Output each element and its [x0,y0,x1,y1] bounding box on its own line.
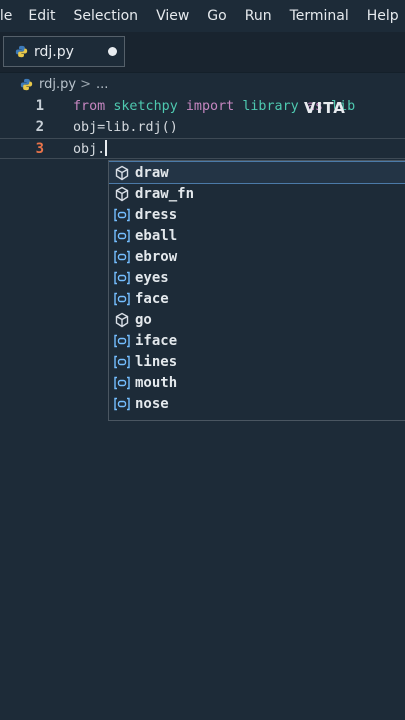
watermark-text: VITA [304,99,346,117]
line-number: 2 [35,119,44,135]
suggestion-item[interactable]: lines [109,351,405,372]
suggestion-label: eyes [135,269,169,286]
menu-file[interactable]: ile [0,8,12,24]
code-text: obj=lib.rdj() [73,120,178,135]
suggestion-item[interactable]: eball [109,225,405,246]
suggestion-item[interactable]: draw_fn [109,183,405,204]
autocomplete-suggestions: draw draw_fndress eball ebrow eyes face go ifac… [108,160,405,421]
line-number: 1 [35,98,44,114]
editor-tab-rdj[interactable]: rdj.py [3,36,125,67]
suggestion-label: draw [135,164,169,181]
variable-icon [113,291,131,307]
breadcrumb-symbols[interactable]: ... [96,77,108,92]
suggestion-item[interactable]: iface [109,330,405,351]
method-cube-icon [113,312,131,328]
suggestion-label: eball [135,227,178,244]
method-cube-icon [113,165,131,181]
suggestion-item[interactable]: mouth [109,372,405,393]
suggestion-label: dress [135,206,178,223]
suggestion-label: iface [135,332,178,349]
menu-edit[interactable]: Edit [28,8,55,24]
breadcrumb-file[interactable]: rdj.py [39,77,76,92]
variable-icon [113,333,131,349]
python-file-icon [20,78,33,90]
menu-terminal[interactable]: Terminal [290,8,349,24]
tab-label: rdj.py [34,43,74,60]
suggestion-item[interactable]: face [109,288,405,309]
suggestion-item[interactable]: dress [109,204,405,225]
suggestion-item[interactable]: draw [109,161,405,184]
suggestion-label: ebrow [135,248,178,265]
variable-icon [113,228,131,244]
suggestion-label: lines [135,353,178,370]
text-cursor [105,140,107,156]
unsaved-dot-icon[interactable] [108,47,117,56]
menu-help[interactable]: Help [367,8,399,24]
variable-icon [113,207,131,223]
method-cube-icon [113,186,131,202]
suggestion-label: draw_fn [135,185,195,202]
menu-view[interactable]: View [156,8,189,24]
suggestion-item[interactable]: nose [109,393,405,414]
suggestion-item[interactable]: eyes [109,267,405,288]
line-number: 3 [35,141,44,157]
variable-icon [113,270,131,286]
variable-icon [113,375,131,391]
menu-selection[interactable]: Selection [74,8,139,24]
suggestion-item[interactable]: ebrow [109,246,405,267]
variable-icon [113,396,131,412]
tab-bar: rdj.py [0,32,405,73]
suggestion-label: nose [135,395,169,412]
code-line: 2 obj=lib.rdj() [0,117,405,138]
python-file-icon [15,45,28,58]
variable-icon [113,249,131,265]
menu-bar: ile Edit Selection View Go Run Terminal … [0,0,405,32]
code-text: obj. [73,140,107,157]
current-code-line: 3 obj. [0,138,405,159]
suggestion-item[interactable]: go [109,309,405,330]
menu-go[interactable]: Go [207,8,226,24]
menu-run[interactable]: Run [245,8,272,24]
suggestion-label: mouth [135,374,178,391]
breadcrumb: rdj.py > ... [0,73,405,95]
breadcrumb-separator: > [80,76,91,92]
suggestion-label: face [135,290,169,307]
variable-icon [113,354,131,370]
suggestion-label: go [135,311,152,328]
